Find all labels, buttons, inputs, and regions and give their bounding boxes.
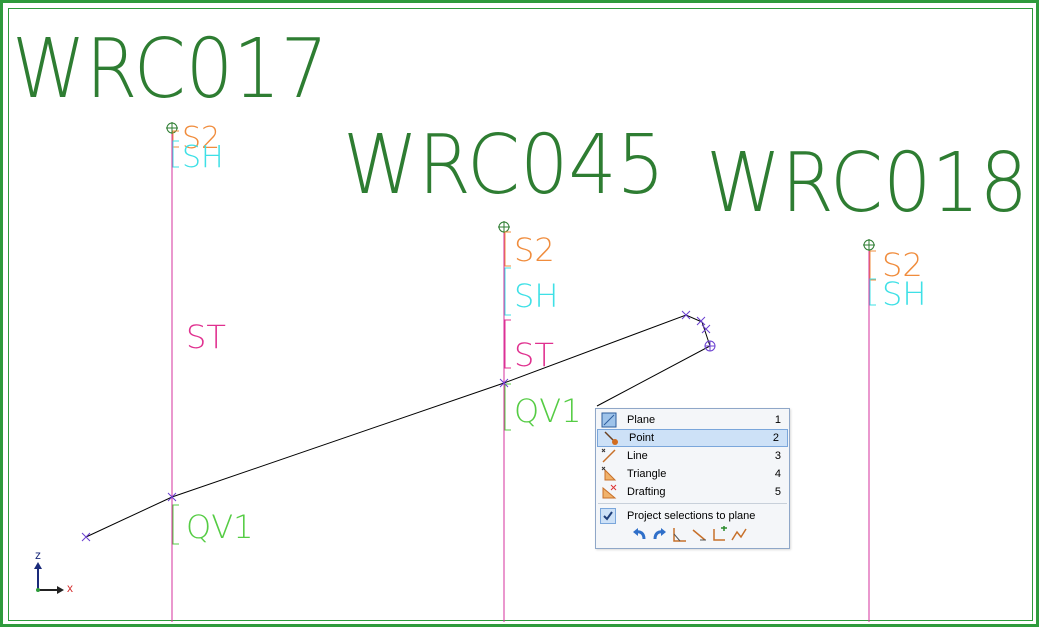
column-2[interactable]: S2 SH ST QV1 (498, 221, 581, 622)
polyline-icon[interactable] (731, 526, 748, 543)
menu-item-shortcut: 4 (774, 468, 781, 480)
redo-icon[interactable] (651, 526, 668, 543)
menu-item-label: Drafting (627, 486, 666, 498)
column-3[interactable]: S2 SH (863, 239, 926, 622)
undo-icon[interactable] (631, 526, 648, 543)
menu-item-shortcut: 1 (774, 414, 781, 426)
menu-item-line[interactable]: Line 3 (596, 447, 789, 465)
menu-item-plane[interactable]: Plane 1 (596, 411, 789, 429)
bracket-qv1 (172, 504, 179, 545)
bracket-s2 (869, 250, 876, 281)
bracket-s2 (504, 231, 511, 267)
menu-item-shortcut: 5 (774, 486, 781, 498)
menu-item-shortcut: 3 (774, 450, 781, 462)
structure-label-wrc017: WRC017 (12, 22, 328, 117)
point-icon (604, 431, 618, 445)
menu-item-label: Plane (627, 414, 656, 426)
structure-label-wrc045: WRC045 (343, 118, 665, 213)
bracket-sh (504, 267, 511, 316)
axis-x-label: x (67, 581, 73, 595)
menu-item-label: Line (627, 450, 648, 462)
project-selections-label: Project selections to plane (627, 510, 756, 522)
checkbox[interactable] (600, 508, 616, 524)
menu-separator (598, 503, 787, 504)
triangle-icon (601, 466, 617, 481)
snap-toolbar (631, 526, 748, 544)
label-sh: SH (182, 140, 224, 175)
perpendicular-icon[interactable] (691, 526, 708, 543)
label-qv1: QV1 (514, 392, 581, 430)
menu-item-point[interactable]: Point 2 (597, 429, 788, 447)
bracket-qv1 (504, 383, 511, 431)
column-origin-icon (863, 239, 875, 251)
bracket-sh (172, 140, 179, 168)
line-icon (601, 448, 616, 463)
axis-indicator: z x (34, 548, 73, 595)
label-qv1: QV1 (186, 508, 253, 546)
snap-context-menu[interactable]: Plane 1 Point 2 Line 3 Triangle 4 Drafti… (595, 408, 790, 549)
angle-snap-icon[interactable] (671, 526, 688, 543)
label-s2: S2 (514, 231, 555, 269)
menu-item-shortcut: 2 (772, 432, 779, 444)
plane-icon (601, 412, 617, 428)
menu-item-label: Triangle (627, 468, 667, 480)
checkmark-icon (603, 511, 613, 521)
structure-label-wrc018: WRC018 (706, 136, 1028, 231)
drafting-icon (602, 484, 617, 499)
drawing-canvas[interactable]: WRC017 WRC045 WRC018 S2 SH ST QV1 S2 SH … (0, 0, 1039, 627)
add-point-icon[interactable] (711, 526, 728, 543)
bracket-s2 (172, 130, 179, 148)
label-st: ST (186, 318, 226, 356)
menu-item-label: Point (629, 432, 655, 444)
bracket-st (504, 319, 511, 369)
column-1[interactable]: S2 SH ST QV1 (166, 121, 253, 622)
project-selections-toggle[interactable]: Project selections to plane (596, 506, 789, 526)
label-st: ST (514, 336, 554, 374)
label-sh: SH (882, 275, 926, 313)
label-sh: SH (514, 277, 558, 315)
column-origin-icon (166, 122, 178, 134)
axis-z-label: z (35, 548, 41, 562)
bracket-sh (869, 278, 876, 306)
menu-item-triangle[interactable]: Triangle 4 (596, 465, 789, 483)
column-origin-icon (498, 221, 510, 233)
menu-item-drafting[interactable]: Drafting 5 (596, 483, 789, 501)
